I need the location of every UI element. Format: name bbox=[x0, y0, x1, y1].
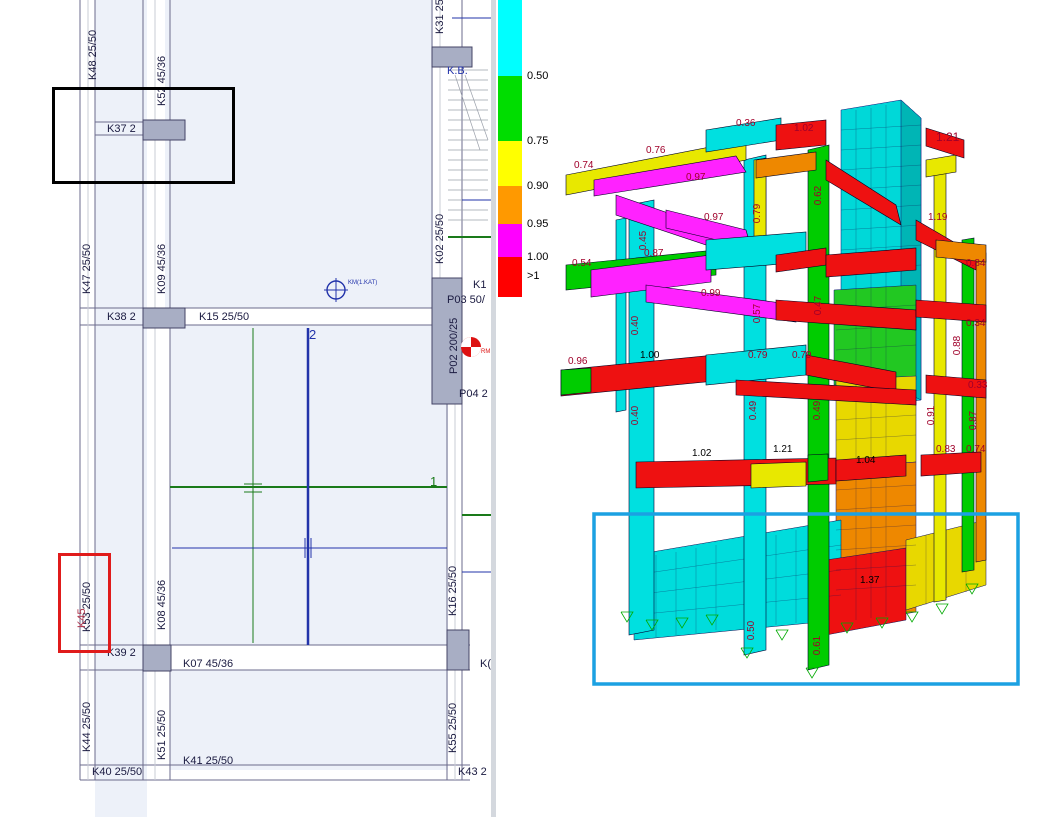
column-block[interactable] bbox=[446, 629, 470, 671]
3d-model-view[interactable]: 0 0.50 0.75 0.90 0.95 1.00 >1 bbox=[496, 0, 1053, 817]
column-block[interactable] bbox=[142, 307, 186, 329]
column-block[interactable] bbox=[142, 644, 172, 672]
wall-block[interactable] bbox=[431, 277, 463, 405]
floor-plan-view[interactable]: K48 25/50 K52 45/36 K31 25 K47 25/50 K09… bbox=[0, 0, 491, 817]
column-block[interactable] bbox=[431, 46, 473, 68]
slab-region bbox=[170, 670, 448, 770]
column-right-front bbox=[807, 144, 830, 671]
stair-hatch bbox=[448, 69, 489, 221]
structural-model bbox=[560, 99, 1020, 686]
highlight-box-black bbox=[52, 87, 235, 184]
basement-wall-red bbox=[825, 547, 907, 636]
slab-region bbox=[95, 670, 147, 770]
highlight-box-red bbox=[58, 553, 111, 653]
